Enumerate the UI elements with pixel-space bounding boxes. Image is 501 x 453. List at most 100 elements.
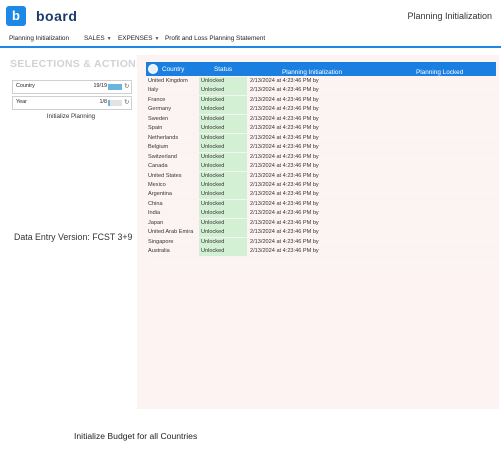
status-cell[interactable]: Unlocked xyxy=(199,133,247,143)
selector-label: Year xyxy=(16,99,27,105)
planning-initialization-cell: 2/13/2024 at 4:23:46 PM by xyxy=(250,229,319,236)
country-cell: United States xyxy=(148,172,182,179)
country-cell: Japan xyxy=(148,219,164,226)
planning-locked-cell xyxy=(346,115,496,124)
table-row[interactable]: Sweden Unlocked 2/13/2024 at 4:23:46 PM by xyxy=(146,114,496,124)
status-cell[interactable]: Unlocked xyxy=(199,171,247,181)
planning-locked-cell xyxy=(346,190,496,199)
status-cell[interactable]: Unlocked xyxy=(199,105,247,115)
table-row[interactable]: Netherlands Unlocked 2/13/2024 at 4:23:46 … xyxy=(146,133,496,143)
country-cell: India xyxy=(148,210,161,217)
table-row[interactable]: United States Unlocked 2/13/2024 at 4:23:4… xyxy=(146,171,496,181)
status-cell[interactable]: Unlocked xyxy=(199,209,247,219)
table-row[interactable]: Germany Unlocked 2/13/2024 at 4:23:46 PM b… xyxy=(146,105,496,115)
planning-initialization-cell: 2/13/2024 at 4:23:46 PM by xyxy=(250,106,319,113)
table-row[interactable]: Japan Unlocked 2/13/2024 at 4:23:46 PM by xyxy=(146,218,496,228)
planning-locked-cell xyxy=(346,172,496,181)
column-header-status[interactable]: Status xyxy=(214,66,232,73)
table-row[interactable]: United Kingdom Unlocked 2/13/2024 at 4:23:… xyxy=(146,77,496,86)
table-row[interactable]: China Unlocked 2/13/2024 at 4:23:46 PM by xyxy=(146,199,496,209)
chevron-down-icon: ▼ xyxy=(106,36,112,42)
country-cell: Australia xyxy=(148,248,170,255)
planning-locked-cell xyxy=(346,238,496,247)
planning-initialization-cell: 2/13/2024 at 4:23:46 PM by xyxy=(250,219,319,226)
initialize-planning-button[interactable]: Initialize Planning xyxy=(12,113,130,120)
board-logo-icon[interactable]: b xyxy=(6,6,26,26)
country-cell: Belgium xyxy=(148,144,169,151)
chevron-down-icon: ▼ xyxy=(154,36,160,42)
status-cell[interactable]: Unlocked xyxy=(199,86,247,96)
year-selector[interactable]: Year 1/8 ↻ xyxy=(12,96,132,110)
status-cell[interactable]: Unlocked xyxy=(199,77,247,86)
column-header-planning-initialization[interactable]: Planning Initialization xyxy=(282,69,342,76)
table-row[interactable]: Canada Unlocked 2/13/2024 at 4:23:46 PM by xyxy=(146,162,496,172)
status-cell[interactable]: Unlocked xyxy=(199,218,247,228)
selector-progress-bar xyxy=(108,100,122,106)
select-all-icon[interactable] xyxy=(148,64,158,74)
status-cell[interactable]: Unlocked xyxy=(199,228,247,238)
planning-initialization-cell: 2/13/2024 at 4:23:46 PM by xyxy=(250,163,319,170)
main-menu: Planning Initialization SALES ▼ EXPENSES ▼… xyxy=(0,32,501,46)
status-cell[interactable]: Unlocked xyxy=(199,199,247,209)
menu-item-planning-initialization[interactable]: Planning Initialization xyxy=(9,35,69,42)
country-selector[interactable]: Country 19/19 ↻ xyxy=(12,80,132,94)
menu-item-expenses[interactable]: EXPENSES ▼ xyxy=(118,35,159,42)
planning-initialization-cell: 2/13/2024 at 4:23:46 PM by xyxy=(250,96,319,103)
table-row[interactable]: Italy Unlocked 2/13/2024 at 4:23:46 PM by xyxy=(146,86,496,96)
menu-item-sales[interactable]: SALES ▼ xyxy=(84,35,112,42)
country-cell: Netherlands xyxy=(148,134,179,141)
table-row[interactable]: United Arab Emira Unlocked 2/13/2024 at 4:… xyxy=(146,228,496,238)
planning-initialization-cell: 2/13/2024 at 4:23:46 PM by xyxy=(250,200,319,207)
status-cell[interactable]: Unlocked xyxy=(199,124,247,134)
menu-underline xyxy=(0,46,501,48)
table-row[interactable]: India Unlocked 2/13/2024 at 4:23:46 PM by xyxy=(146,209,496,219)
row-divider xyxy=(146,256,496,258)
column-header-country[interactable]: Country xyxy=(162,66,184,73)
reset-icon[interactable]: ↻ xyxy=(124,98,129,106)
planning-locked-cell xyxy=(346,219,496,228)
country-cell: Switzerland xyxy=(148,153,177,160)
column-header-planning-locked[interactable]: Planning Locked xyxy=(416,69,463,76)
status-cell[interactable]: Unlocked xyxy=(199,190,247,200)
planning-initialization-cell: 2/13/2024 at 4:23:46 PM by xyxy=(250,115,319,122)
status-cell[interactable]: Unlocked xyxy=(199,95,247,105)
planning-initialization-cell: 2/13/2024 at 4:23:46 PM by xyxy=(250,87,319,94)
table-row[interactable]: Spain Unlocked 2/13/2024 at 4:23:46 PM by xyxy=(146,124,496,134)
table-row[interactable]: Mexico Unlocked 2/13/2024 at 4:23:46 PM by xyxy=(146,180,496,190)
planning-locked-cell xyxy=(346,96,496,105)
status-cell[interactable]: Unlocked xyxy=(199,114,247,124)
planning-initialization-cell: 2/13/2024 at 4:23:46 PM by xyxy=(250,210,319,217)
country-cell: Germany xyxy=(148,106,172,113)
planning-locked-cell xyxy=(346,153,496,162)
country-cell: Italy xyxy=(148,87,159,94)
planning-initialization-cell: 2/13/2024 at 4:23:46 PM by xyxy=(250,134,319,141)
menu-item-pl-planning-statement[interactable]: Profit and Loss Planning Statement xyxy=(165,35,265,42)
menu-item-label: Profit and Loss Planning Statement xyxy=(165,35,266,42)
table-row[interactable]: Belgium Unlocked 2/13/2024 at 4:23:46 PM b… xyxy=(146,143,496,153)
planning-locked-cell xyxy=(346,200,496,209)
reset-icon[interactable]: ↻ xyxy=(124,82,129,90)
table-row[interactable]: Argentina Unlocked 2/13/2024 at 4:23:46 PM… xyxy=(146,190,496,200)
grid-header: Country Status Planning Initialization P… xyxy=(146,62,496,76)
menu-item-label: SALES xyxy=(84,35,105,42)
table-row[interactable]: Switzerland Unlocked 2/13/2024 at 4:23:46 … xyxy=(146,152,496,162)
planning-locked-cell xyxy=(346,86,496,95)
planning-locked-cell xyxy=(346,209,496,218)
status-cell[interactable]: Unlocked xyxy=(199,143,247,153)
status-cell[interactable]: Unlocked xyxy=(199,162,247,172)
selector-count: 19/19 xyxy=(93,83,108,89)
country-cell: Spain xyxy=(148,125,163,132)
table-row[interactable]: Australia Unlocked 2/13/2024 at 4:23:46 PM… xyxy=(146,247,496,257)
planning-locked-cell xyxy=(346,134,496,143)
table-row[interactable]: Singapore Unlocked 2/13/2024 at 4:23:46 PM… xyxy=(146,237,496,247)
planning-initialization-cell: 2/13/2024 at 4:23:46 PM by xyxy=(250,125,319,132)
status-cell[interactable]: Unlocked xyxy=(199,152,247,162)
country-cell: Sweden xyxy=(148,115,169,122)
board-logo-text: board xyxy=(36,8,78,24)
planning-locked-cell xyxy=(346,228,496,237)
status-cell[interactable]: Unlocked xyxy=(199,237,247,247)
planning-initialization-cell: 2/13/2024 at 4:23:46 PM by xyxy=(250,181,319,188)
status-cell[interactable]: Unlocked xyxy=(199,247,247,257)
table-row[interactable]: France Unlocked 2/13/2024 at 4:23:46 PM by xyxy=(146,95,496,105)
status-cell[interactable]: Unlocked xyxy=(199,180,247,190)
